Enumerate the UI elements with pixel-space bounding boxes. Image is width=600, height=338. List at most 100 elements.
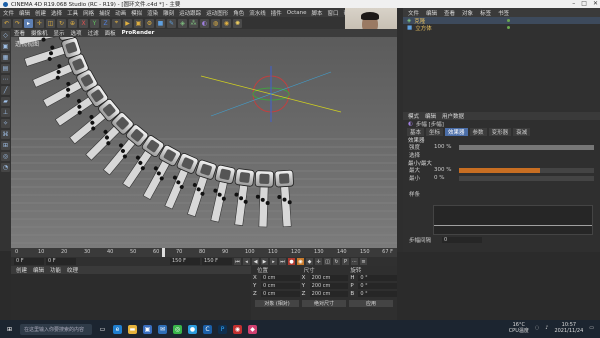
cube-icon[interactable]: ■ xyxy=(156,18,165,28)
end-frame-field[interactable]: 150 F xyxy=(170,258,200,265)
end-frame-field-2[interactable]: 150 F xyxy=(202,258,232,265)
edges-mode-icon[interactable]: ╱ xyxy=(1,86,10,95)
menu-item-8[interactable]: 模拟 xyxy=(131,9,142,17)
array-icon[interactable]: ⁂ xyxy=(189,18,198,28)
size-field[interactable]: 200 cm xyxy=(309,275,349,281)
menu-item-6[interactable]: 捕捉 xyxy=(99,9,110,17)
viewport-menu-item-4[interactable]: 过滤 xyxy=(88,29,99,37)
scale-tool-icon[interactable]: ◫ xyxy=(46,18,55,28)
menu-item-0[interactable]: 文件 xyxy=(3,9,14,17)
playhead[interactable] xyxy=(162,248,165,257)
attribute-tab-2[interactable]: 效果器 xyxy=(445,128,468,136)
lock-workplane-icon[interactable]: ⊞ xyxy=(1,141,10,150)
store-icon[interactable]: ▣ xyxy=(143,324,152,334)
perspective-viewport[interactable]: 查看 摄像机 显示 选项 过滤 面板 ProRender 透视视图 xyxy=(11,29,397,248)
y-axis-icon[interactable]: Y xyxy=(90,18,99,28)
material-menu-item-1[interactable]: 编辑 xyxy=(33,266,44,274)
notification-icon[interactable]: ▭ xyxy=(589,325,594,331)
file-explorer-icon[interactable]: ▬ xyxy=(128,324,137,334)
menu-item-16[interactable]: Octane xyxy=(287,10,307,16)
point-level-icon[interactable]: ⋯ xyxy=(351,258,358,265)
menu-item-5[interactable]: 网格 xyxy=(83,9,94,17)
keyframe-selection-icon[interactable]: ◆ xyxy=(306,258,313,265)
play-forward-icon[interactable]: ▶ xyxy=(261,258,268,265)
go-to-end-icon[interactable]: ⏭ xyxy=(279,258,286,265)
minimize-icon[interactable]: – xyxy=(572,0,575,7)
strength-value[interactable]: 100 % xyxy=(434,144,456,150)
workplane-icon[interactable]: ▤ xyxy=(1,64,10,73)
min-slider[interactable] xyxy=(459,175,594,181)
menu-item-18[interactable]: 窗口 xyxy=(328,9,339,17)
rotation-key-icon[interactable]: ↻ xyxy=(333,258,340,265)
viewport-menu-item-1[interactable]: 摄像机 xyxy=(31,29,48,37)
rotation-field[interactable]: 0 ° xyxy=(358,275,398,281)
deformer-icon[interactable]: ◐ xyxy=(200,18,209,28)
record-icon[interactable]: ● xyxy=(288,258,295,265)
viewport-menu-item-5[interactable]: 面板 xyxy=(105,29,116,37)
texture-mode-icon[interactable]: ▦ xyxy=(1,53,10,62)
object-row-cloner[interactable]: ◈ 克隆 xyxy=(403,17,600,25)
min-value[interactable]: 0 % xyxy=(434,175,456,181)
position-field[interactable]: 0 cm xyxy=(261,275,300,281)
pen-icon[interactable]: ✎ xyxy=(167,18,176,28)
attribute-tab-3[interactable]: 参数 xyxy=(469,128,487,136)
apply-button[interactable]: 应用 xyxy=(349,300,393,307)
menu-item-7[interactable]: 动画 xyxy=(115,9,126,17)
axis-mode-icon[interactable]: ⊥ xyxy=(1,108,10,117)
render-settings-icon[interactable]: ⚙ xyxy=(145,18,154,28)
windows-start-icon[interactable]: ⊞ xyxy=(5,325,14,334)
attribute-tab-4[interactable]: 变形器 xyxy=(488,128,512,136)
rotation-field[interactable]: 0 ° xyxy=(358,283,398,289)
menu-item-2[interactable]: 创建 xyxy=(35,9,46,17)
spline-curve[interactable] xyxy=(434,225,592,226)
menu-item-12[interactable]: 运动图形 xyxy=(206,9,228,17)
menu-item-4[interactable]: 工具 xyxy=(67,9,78,17)
solo-icon[interactable]: ◎ xyxy=(1,152,10,161)
coordinate-system-icon[interactable]: ⌖ xyxy=(112,18,121,28)
camera-icon[interactable]: ◉ xyxy=(222,18,231,28)
menu-item-9[interactable]: 渲染 xyxy=(147,9,158,17)
current-frame-field[interactable]: 0 F xyxy=(46,258,76,265)
menu-item-13[interactable]: 角色 xyxy=(233,9,244,17)
material-menu-item-2[interactable]: 功能 xyxy=(50,266,61,274)
object-menu-item-5[interactable]: 书签 xyxy=(498,9,509,17)
subdivision-icon[interactable]: ◈ xyxy=(178,18,187,28)
viewport-menu-item-6[interactable]: ProRender xyxy=(122,30,155,36)
menu-item-14[interactable]: 流水线 xyxy=(249,9,266,17)
timeline-ruler[interactable]: 0 10 20 30 40 50 60 70 80 90 100 110 120 130 140 150 67… xyxy=(11,248,397,257)
make-editable-icon[interactable]: ◇ xyxy=(1,31,10,40)
render-picture-viewer-icon[interactable]: ▣ xyxy=(134,18,143,28)
max-slider[interactable] xyxy=(459,167,594,173)
edge-browser-icon[interactable]: e xyxy=(113,324,122,334)
menu-item-3[interactable]: 选择 xyxy=(51,9,62,17)
light-icon[interactable]: ✺ xyxy=(233,18,242,28)
task-view-icon[interactable]: ▭ xyxy=(98,325,107,334)
selection-row[interactable]: 选择 xyxy=(403,151,600,159)
attribute-tab-1[interactable]: 坐标 xyxy=(426,128,444,136)
param-key-icon[interactable]: P xyxy=(342,258,349,265)
redo-icon[interactable]: ↷ xyxy=(13,18,22,28)
viewport-scene[interactable] xyxy=(11,29,397,248)
model-mode-icon[interactable]: ▣ xyxy=(1,42,10,51)
spline-graph[interactable] xyxy=(433,205,593,235)
mode-dropdown[interactable]: 对象 (相对) xyxy=(255,300,299,307)
object-menu-item-1[interactable]: 编辑 xyxy=(426,9,437,17)
app-icon[interactable]: ◆ xyxy=(248,324,257,334)
object-menu-item-2[interactable]: 查看 xyxy=(444,9,455,17)
object-row-cube[interactable]: ■ 立方体 xyxy=(403,24,600,32)
visibility-dot-icon[interactable] xyxy=(507,26,510,29)
position-key-icon[interactable]: ✛ xyxy=(315,258,322,265)
strength-slider[interactable] xyxy=(459,144,594,150)
size-field[interactable]: 200 cm xyxy=(309,291,349,297)
max-value[interactable]: 300 % xyxy=(434,167,456,173)
select-tool-icon[interactable]: ▸ xyxy=(24,18,33,28)
mail-icon[interactable]: ✉ xyxy=(158,324,167,334)
start-frame-field[interactable]: 0 F xyxy=(14,258,44,265)
viewport-menu-item-3[interactable]: 选项 xyxy=(71,29,82,37)
polygons-mode-icon[interactable]: ▰ xyxy=(1,97,10,106)
move-tool-icon[interactable]: ✛ xyxy=(35,18,44,28)
step-gap-value[interactable]: 0 xyxy=(442,237,482,243)
viewport-menu-item-0[interactable]: 查看 xyxy=(14,29,25,37)
rotation-field[interactable]: 0 ° xyxy=(358,291,398,297)
step-gap-row[interactable]: 步幅间隔 0 xyxy=(403,236,482,244)
